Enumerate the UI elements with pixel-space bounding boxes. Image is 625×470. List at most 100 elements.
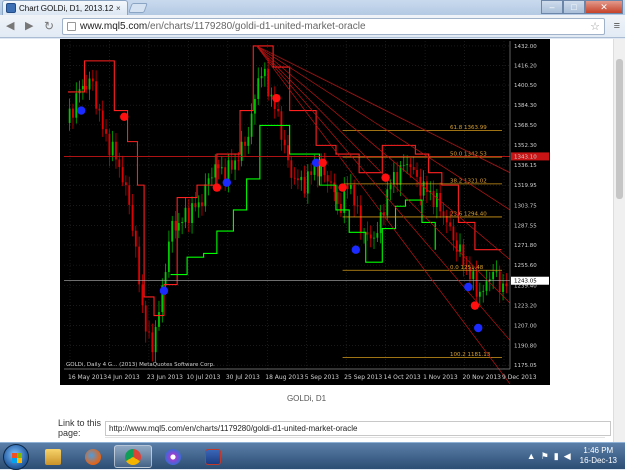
candle-body <box>244 141 246 146</box>
candle-body <box>326 175 329 182</box>
candle-body <box>379 212 382 234</box>
sell-signal-dot <box>120 112 129 121</box>
forward-arrow-icon[interactable]: ▶ <box>25 19 33 32</box>
reload-icon[interactable]: ↻ <box>44 19 54 33</box>
price-chart: 61.8 1363.99 50.0 1342.53 38.2 1321.02 23.6… <box>60 39 550 385</box>
candle-body <box>290 160 293 178</box>
address-bar[interactable]: www.mql5.com/en/charts/1179280/goldi-d1-… <box>62 18 605 35</box>
candle-body <box>108 133 111 156</box>
link-input[interactable]: http://www.mql5.com/en/charts/1179280/go… <box>105 420 611 436</box>
candle-body <box>485 281 488 291</box>
taskbar-chrome[interactable] <box>114 445 152 468</box>
x-tick-label: 23 Jun 2013 <box>147 374 183 381</box>
taskbar-firefox[interactable] <box>74 445 112 468</box>
candle-body <box>386 189 389 216</box>
y-tick-label: 1175.05 <box>514 363 537 369</box>
candle-body <box>475 271 478 297</box>
candle-body <box>277 108 279 112</box>
flag-icon[interactable]: ⚑ <box>541 451 549 462</box>
candle-body <box>478 291 481 297</box>
taskbar-itunes[interactable] <box>154 445 192 468</box>
system-tray: ▲ ⚑ ▮ ◀ 1:46 PM 16-Dec-13 <box>527 446 617 466</box>
mql5-favicon-icon <box>6 3 16 13</box>
candle-body <box>204 184 207 207</box>
tab-close-icon[interactable]: × <box>116 4 121 13</box>
back-arrow-icon[interactable]: ◀ <box>6 19 14 32</box>
y-tick-label: 1207.00 <box>514 324 537 330</box>
y-tick-label: 1416.20 <box>514 64 537 70</box>
candle-body <box>297 178 299 181</box>
x-tick-label: 30 Jul 2013 <box>226 374 260 381</box>
candle-body <box>412 167 415 170</box>
candle-body <box>181 222 184 224</box>
buy-signal-dot <box>474 323 483 333</box>
x-tick-label: 20 Nov 2013 <box>463 374 502 381</box>
candle-body <box>98 108 101 111</box>
candle-body <box>270 94 273 97</box>
candle-body <box>214 164 217 178</box>
candle-body <box>293 177 296 179</box>
candle-body <box>207 178 210 185</box>
browser-menu-icon[interactable]: ≡ <box>614 20 620 32</box>
candle-body <box>310 171 313 175</box>
title-bar: Chart GOLDi, D1, 2013.12. × – □ ✕ <box>0 0 625 15</box>
y-tick-label: 1368.50 <box>514 123 537 129</box>
candle-body <box>353 184 356 206</box>
tab-title: Chart GOLDi, D1, 2013.12. <box>19 3 114 13</box>
candle-body <box>472 271 475 280</box>
link-label: Link to this page: <box>58 418 102 438</box>
close-window-button[interactable]: ✕ <box>585 0 623 14</box>
candle-body <box>346 184 349 189</box>
x-tick-label: 14 Oct 2013 <box>384 374 421 381</box>
browser-tab[interactable]: Chart GOLDi, D1, 2013.12. × <box>2 0 128 15</box>
candle-body <box>442 211 445 216</box>
clock[interactable]: 1:46 PM 16-Dec-13 <box>580 446 617 466</box>
candle-body <box>254 98 256 114</box>
candle-body <box>402 164 405 166</box>
candle-body <box>432 190 435 208</box>
candle-body <box>177 223 180 231</box>
candle-body <box>340 203 342 213</box>
bookmark-star-icon[interactable]: ☆ <box>590 20 600 33</box>
volume-icon[interactable]: ◀ <box>564 451 571 462</box>
page-scrollbar[interactable] <box>613 39 625 442</box>
candle-body <box>144 305 147 332</box>
candle-body <box>85 86 88 90</box>
candle-body <box>250 113 253 137</box>
candle-body <box>174 220 177 231</box>
scroll-thumb[interactable] <box>616 59 623 199</box>
candle-body <box>247 136 250 146</box>
new-tab-button[interactable] <box>128 3 148 13</box>
taskbar: ▲ ⚑ ▮ ◀ 1:46 PM 16-Dec-13 <box>0 442 625 470</box>
candle-body <box>392 172 395 185</box>
candle-body <box>330 181 332 183</box>
fib-level-label: 50.0 1342.53 <box>450 152 487 158</box>
url-text[interactable]: www.mql5.com/en/charts/1179280/goldi-d1-… <box>80 21 366 32</box>
candle-body <box>267 68 270 97</box>
candle-body <box>197 202 200 208</box>
red-line-price-label: 1343.10 <box>514 154 537 160</box>
fib-level-label: 38.2 1321.02 <box>450 178 487 184</box>
minimize-button[interactable]: – <box>541 0 563 14</box>
tray-expand-icon[interactable]: ▲ <box>527 451 536 461</box>
network-icon[interactable]: ▮ <box>554 451 559 462</box>
candle-body <box>168 241 170 273</box>
candle-body <box>148 331 150 333</box>
candle-body <box>134 230 137 247</box>
clock-time: 1:46 PM <box>583 446 614 455</box>
buy-signal-dot <box>222 178 231 187</box>
maximize-button[interactable]: □ <box>563 0 585 14</box>
chart-caption: GOLDi, D1 <box>286 394 327 403</box>
taskbar-metatrader[interactable] <box>194 445 232 468</box>
taskbar-explorer[interactable] <box>34 445 72 468</box>
candle-body <box>349 184 352 189</box>
y-tick-label: 1255.60 <box>514 263 537 269</box>
x-tick-label: 1 Nov 2013 <box>423 374 458 381</box>
y-tick-label: 1352.30 <box>514 143 537 149</box>
y-tick-label: 1223.20 <box>514 303 537 309</box>
candle-body <box>316 165 319 177</box>
candle-body <box>435 192 438 208</box>
sell-signal-dot <box>470 301 480 310</box>
start-button[interactable] <box>3 444 29 470</box>
candle-body <box>230 160 233 170</box>
